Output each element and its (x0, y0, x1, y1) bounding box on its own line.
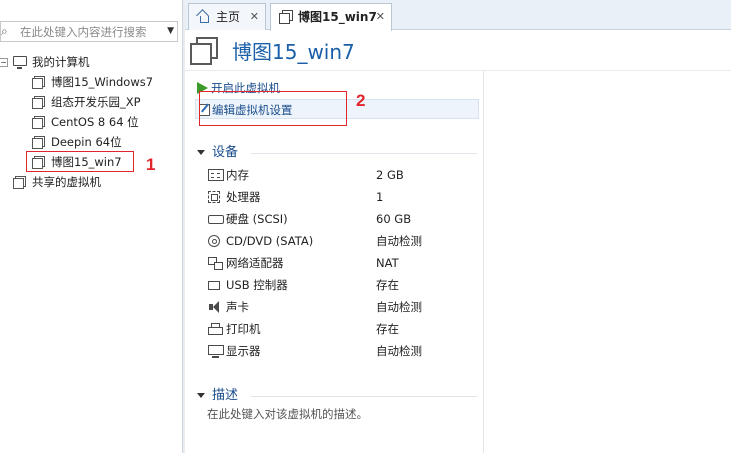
annotation-number: 2 (356, 91, 366, 110)
device-value: 60 GB (376, 212, 412, 226)
tree-item-label: Deepin 64位 (51, 135, 122, 149)
tree-item-label: 共享的虚拟机 (32, 175, 101, 189)
tree-item-label: CentOS 8 64 位 (51, 115, 139, 129)
device-name: 打印机 (226, 322, 261, 336)
tree-item-label: 组态开发乐园_XP (51, 95, 141, 109)
tab-bar: 主页 ✕ 博图15_win7 ✕ (185, 0, 731, 31)
tree-item-vm[interactable]: 博图15_Windows7 (30, 72, 170, 92)
device-row-network-adapter[interactable]: 网络适配器 NAT (207, 252, 483, 274)
collapse-caret-icon[interactable] (197, 150, 205, 155)
library-search-box[interactable]: ⌕ ▼ (0, 21, 178, 42)
device-name: 网络适配器 (226, 256, 284, 270)
vm-detail-panel: 主页 ✕ 博图15_win7 ✕ 博图15_win7 开启此虚拟机 编辑虚拟机设… (185, 0, 731, 453)
device-row-processor[interactable]: 处理器 1 (207, 186, 483, 208)
tree-item-vm[interactable]: 组态开发乐园_XP (30, 92, 170, 112)
vm-icon (32, 96, 45, 109)
device-row-sound-card[interactable]: 声卡 自动检测 (207, 296, 483, 318)
device-row-usb-controller[interactable]: USB 控制器 存在 (207, 274, 483, 296)
memory-icon (208, 169, 224, 181)
vm-icon (279, 10, 293, 24)
device-name: USB 控制器 (226, 278, 288, 292)
device-row-printer[interactable]: 打印机 存在 (207, 318, 483, 340)
tree-item-vm[interactable]: CentOS 8 64 位 (30, 112, 170, 132)
description-field[interactable]: 在此处键入对该虚拟机的描述。 (207, 406, 368, 422)
device-value: 存在 (376, 322, 399, 336)
tab-label: 博图15_win7 (298, 10, 377, 24)
collapse-caret-icon[interactable] (197, 393, 205, 398)
vm-icon (190, 37, 218, 65)
tree-item-shared-vms[interactable]: 共享的虚拟机 (12, 172, 152, 192)
divider (483, 70, 484, 453)
device-row-cd-dvd[interactable]: CD/DVD (SATA) 自动检测 (207, 230, 483, 252)
devices-section-header[interactable]: 设备 (195, 144, 477, 162)
tab-label: 主页 (216, 10, 241, 24)
close-icon[interactable]: ✕ (250, 4, 259, 30)
printer-icon (208, 323, 224, 335)
vm-title: 博图15_win7 (232, 40, 355, 64)
section-title: 设备 (212, 145, 239, 160)
search-icon: ⌕ (1, 24, 8, 38)
divider (251, 396, 477, 397)
device-value: 1 (376, 190, 384, 204)
device-value: 存在 (376, 278, 399, 292)
device-name: 硬盘 (SCSI) (226, 212, 288, 226)
device-name: 处理器 (226, 190, 261, 204)
computer-icon (13, 56, 27, 69)
annotation-highlight-box (199, 91, 347, 126)
library-search-input[interactable] (20, 23, 158, 40)
chevron-down-icon[interactable]: ▼ (167, 24, 174, 39)
device-name: 显示器 (226, 344, 261, 358)
divider (251, 153, 477, 154)
annotation-highlight-box (26, 151, 134, 172)
shared-vms-icon (13, 176, 26, 189)
cd-dvd-icon (208, 235, 220, 247)
tree-item-label: 我的计算机 (32, 55, 90, 69)
home-icon (197, 10, 210, 23)
device-value: NAT (376, 256, 399, 270)
network-adapter-icon (208, 257, 224, 270)
device-name: 内存 (226, 168, 249, 182)
tab-home[interactable]: 主页 ✕ (188, 3, 266, 30)
close-icon[interactable]: ✕ (376, 4, 385, 30)
usb-controller-icon (208, 281, 220, 290)
vm-icon (32, 136, 45, 149)
cpu-icon (208, 191, 220, 203)
hard-disk-icon (208, 215, 224, 224)
device-row-memory[interactable]: 内存 2 GB (207, 164, 483, 186)
section-title: 描述 (212, 388, 239, 403)
divider (185, 70, 731, 71)
tree-item-label: 博图15_Windows7 (51, 75, 154, 89)
display-icon (208, 345, 224, 358)
device-row-display[interactable]: 显示器 自动检测 (207, 340, 483, 362)
device-value: 自动检测 (376, 344, 422, 358)
vm-icon (32, 116, 45, 129)
library-panel: ⌕ ▼ − 我的计算机 博图15_Windows7 组态开发乐园_XP Cent… (0, 0, 180, 453)
device-name: CD/DVD (SATA) (226, 234, 314, 248)
sound-card-icon (208, 301, 224, 313)
tree-item-my-computer[interactable]: − 我的计算机 (0, 52, 150, 72)
device-value: 自动检测 (376, 300, 422, 314)
tab-vm[interactable]: 博图15_win7 ✕ (270, 3, 392, 31)
tree-item-vm[interactable]: Deepin 64位 (30, 132, 170, 152)
vm-icon (32, 76, 45, 89)
annotation-number: 1 (146, 155, 156, 174)
device-name: 声卡 (226, 300, 249, 314)
device-value: 2 GB (376, 168, 404, 182)
description-section-header[interactable]: 描述 (195, 387, 477, 405)
collapse-icon[interactable]: − (0, 58, 8, 67)
device-row-hard-disk[interactable]: 硬盘 (SCSI) 60 GB (207, 208, 483, 230)
device-value: 自动检测 (376, 234, 422, 248)
